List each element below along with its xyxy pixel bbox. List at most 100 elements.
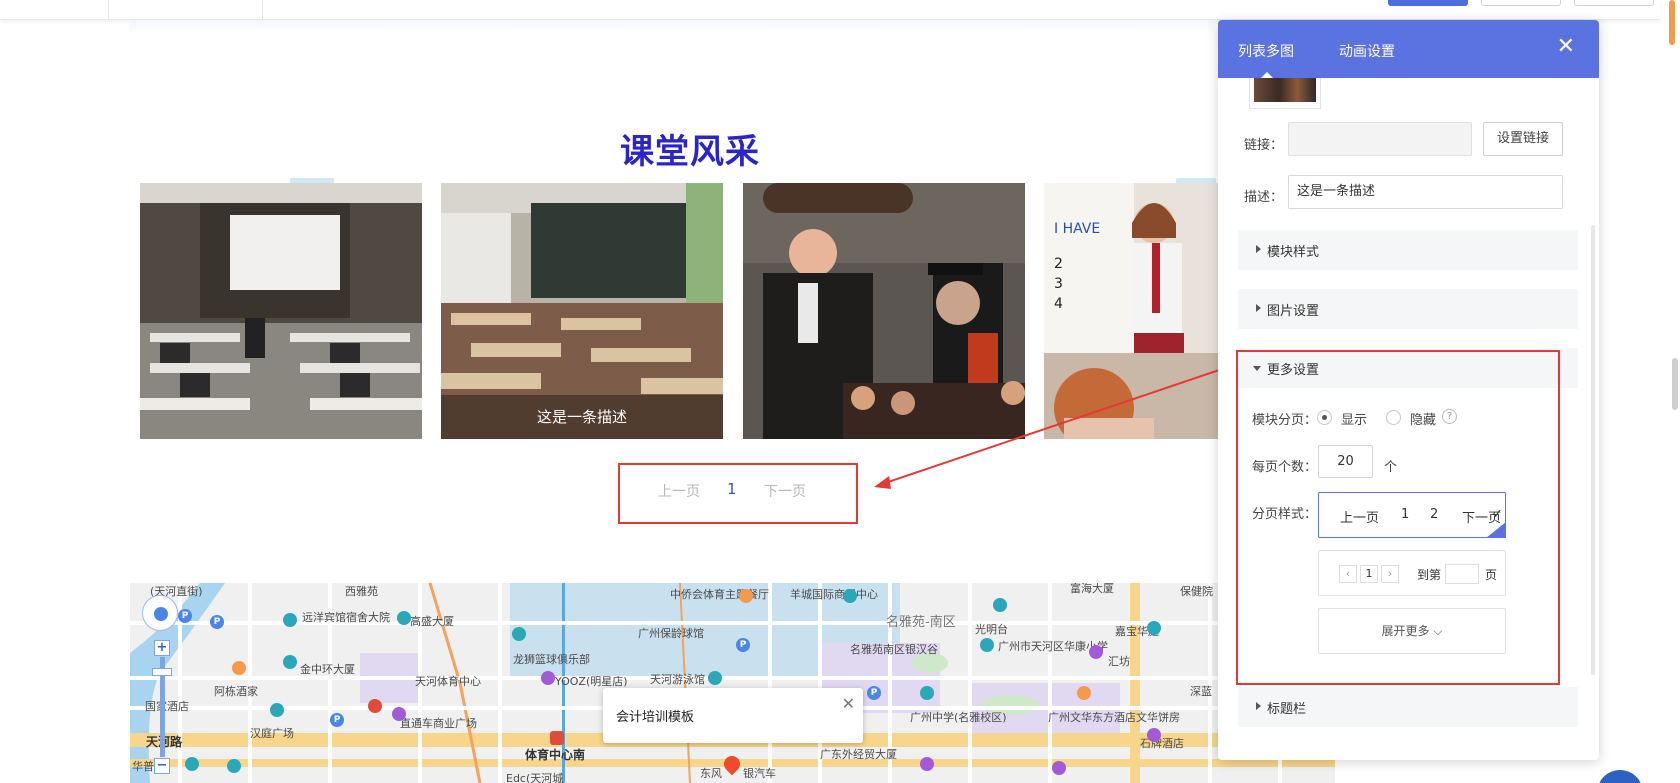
paging-hide-label[interactable]: 隐藏 bbox=[1410, 409, 1436, 428]
pager-style-label: 分页样式： bbox=[1252, 507, 1318, 522]
restaurant-icon[interactable] bbox=[232, 661, 246, 675]
sports-icon[interactable] bbox=[708, 671, 722, 685]
map-label: 华普 bbox=[132, 760, 154, 773]
gallery-image-graduation[interactable] bbox=[743, 183, 1025, 439]
shop-icon[interactable] bbox=[1052, 761, 1066, 775]
caret-right-icon bbox=[1256, 245, 1261, 253]
section-title-bar[interactable]: 标题栏 bbox=[1238, 687, 1578, 727]
page-scrollbar[interactable] bbox=[1672, 358, 1678, 410]
link-input[interactable] bbox=[1288, 122, 1472, 156]
map-label: 保健院 bbox=[1180, 585, 1213, 598]
caret-right-icon bbox=[1256, 702, 1261, 710]
gallery-caption: 这是一条描述 bbox=[441, 395, 723, 439]
sports-icon[interactable] bbox=[512, 627, 526, 641]
shop-icon[interactable] bbox=[541, 671, 555, 685]
caret-right-icon bbox=[1256, 304, 1261, 312]
hotel-icon[interactable] bbox=[283, 613, 297, 627]
paging-show-label[interactable]: 显示 bbox=[1341, 409, 1367, 428]
pager-style-option-basic[interactable]: 上一页 1 2 下一页 ✓ bbox=[1318, 492, 1506, 538]
style-prev-text: 上一页 bbox=[1340, 511, 1380, 526]
pager-style-option-jump[interactable]: ‹ 1 › 到第 页 bbox=[1318, 550, 1506, 596]
shop-icon[interactable] bbox=[392, 707, 406, 721]
close-icon[interactable]: ✕ bbox=[842, 694, 855, 713]
toolbar-button[interactable] bbox=[1574, 0, 1654, 6]
hotel-icon[interactable] bbox=[1147, 621, 1161, 635]
style-goto-input bbox=[1445, 564, 1479, 584]
description-label: 描述： bbox=[1244, 190, 1284, 205]
parking-icon[interactable]: P bbox=[867, 686, 881, 700]
hotel-icon[interactable] bbox=[227, 759, 241, 773]
panel-scrollbar[interactable] bbox=[1591, 225, 1595, 675]
tab-animation-settings[interactable]: 动画设置 bbox=[1339, 41, 1395, 61]
map-label: 国家酒店 bbox=[145, 700, 189, 713]
shop-icon[interactable] bbox=[920, 757, 934, 771]
help-icon[interactable]: ? bbox=[1442, 409, 1457, 424]
toolbar-button[interactable] bbox=[1481, 0, 1561, 6]
hotel-icon[interactable] bbox=[993, 598, 1007, 612]
map-label: 高盛大厦 bbox=[410, 615, 454, 628]
hotel-icon[interactable] bbox=[843, 589, 857, 603]
hotel-icon[interactable] bbox=[283, 655, 297, 669]
pager-page-number[interactable]: 1 bbox=[727, 480, 737, 498]
hotel-icon[interactable] bbox=[185, 757, 199, 771]
toolbar-divider bbox=[262, 0, 263, 20]
location-map[interactable]: (天河直街) 西雅苑 远洋宾馆宿舍大院 高盛大厦 中侨会体育主题餐厅 羊城国际商… bbox=[130, 583, 1335, 783]
per-page-input[interactable]: 20 bbox=[1318, 445, 1373, 478]
close-icon[interactable]: ✕ bbox=[1557, 36, 1575, 58]
map-zoom-out-button[interactable]: − bbox=[154, 758, 170, 774]
settings-panel: 列表多图 动画设置 ✕ 链接： 设置链接 描述： 这是一条描述 模块样式 图片设… bbox=[1218, 20, 1599, 760]
restaurant-icon[interactable] bbox=[1077, 686, 1091, 700]
map-label: 体育中心南 bbox=[525, 748, 586, 762]
map-label: 广东外经贸大厦 bbox=[820, 748, 897, 761]
toolbar-divider bbox=[108, 0, 109, 20]
svg-text:3: 3 bbox=[1054, 276, 1063, 292]
paging-show-radio[interactable] bbox=[1317, 410, 1332, 425]
description-input[interactable]: 这是一条描述 bbox=[1288, 175, 1563, 209]
restaurant-icon[interactable] bbox=[739, 589, 753, 603]
parking-icon[interactable]: P bbox=[178, 609, 192, 623]
school-icon[interactable] bbox=[980, 638, 994, 652]
parking-icon[interactable]: P bbox=[330, 713, 344, 727]
parking-icon[interactable]: P bbox=[736, 638, 750, 652]
selected-image-thumbnail[interactable] bbox=[1249, 78, 1321, 109]
set-link-button[interactable]: 设置链接 bbox=[1483, 122, 1563, 156]
section-image-settings[interactable]: 图片设置 bbox=[1238, 289, 1578, 329]
restaurant-icon[interactable] bbox=[368, 699, 382, 713]
pager-next-link[interactable]: 下一页 bbox=[764, 481, 806, 501]
section-module-style[interactable]: 模块样式 bbox=[1238, 230, 1578, 270]
style-page-box: 1 bbox=[1360, 565, 1378, 583]
toolbar-shadow bbox=[130, 22, 1215, 34]
map-zoom-handle[interactable] bbox=[152, 668, 172, 676]
map-label: 广州文华东方酒店文华饼房 bbox=[1048, 711, 1180, 724]
parking-icon[interactable]: P bbox=[210, 615, 224, 629]
editor-toolbar bbox=[0, 0, 1660, 20]
tab-list-gallery[interactable]: 列表多图 bbox=[1238, 41, 1294, 61]
gallery-image-lecture-hall[interactable]: 这是一条描述 bbox=[441, 183, 723, 439]
metro-icon[interactable] bbox=[550, 731, 564, 745]
section-title: 课堂风采 bbox=[620, 132, 760, 172]
hotel-icon[interactable] bbox=[397, 611, 411, 625]
map-pan-center-icon bbox=[154, 607, 168, 621]
hotel-icon[interactable] bbox=[270, 703, 284, 717]
expand-more-button[interactable]: 展开更多 ⌵ bbox=[1318, 608, 1506, 654]
gallery-image-student-presenter[interactable]: I HAVE 2 3 4 bbox=[1044, 183, 1219, 439]
floating-help-button[interactable] bbox=[1597, 770, 1643, 783]
map-label: 东风 bbox=[700, 767, 722, 780]
paging-hide-radio[interactable] bbox=[1386, 410, 1401, 425]
map-label: 名雅苑-南区 bbox=[886, 615, 956, 630]
chevron-right-icon: › bbox=[1381, 565, 1399, 583]
gallery-image-classroom[interactable] bbox=[140, 183, 422, 439]
school-icon[interactable] bbox=[920, 686, 934, 700]
map-label: 银汽车 bbox=[743, 767, 776, 780]
toolbar-primary-button[interactable] bbox=[1388, 0, 1468, 6]
pager-highlight-box bbox=[618, 463, 858, 524]
paging-label: 模块分页： bbox=[1252, 413, 1318, 428]
shop-icon[interactable] bbox=[1147, 728, 1161, 742]
check-icon: ✓ bbox=[1492, 507, 1503, 522]
map-zoom-in-button[interactable]: + bbox=[154, 640, 170, 656]
pager-prev-link[interactable]: 上一页 bbox=[658, 481, 700, 501]
style-goto-text: 到第 bbox=[1417, 568, 1442, 582]
shop-icon[interactable] bbox=[1089, 645, 1103, 659]
map-label: 龙狮篮球俱乐部 bbox=[513, 653, 590, 666]
map-pan-control[interactable] bbox=[142, 595, 178, 631]
